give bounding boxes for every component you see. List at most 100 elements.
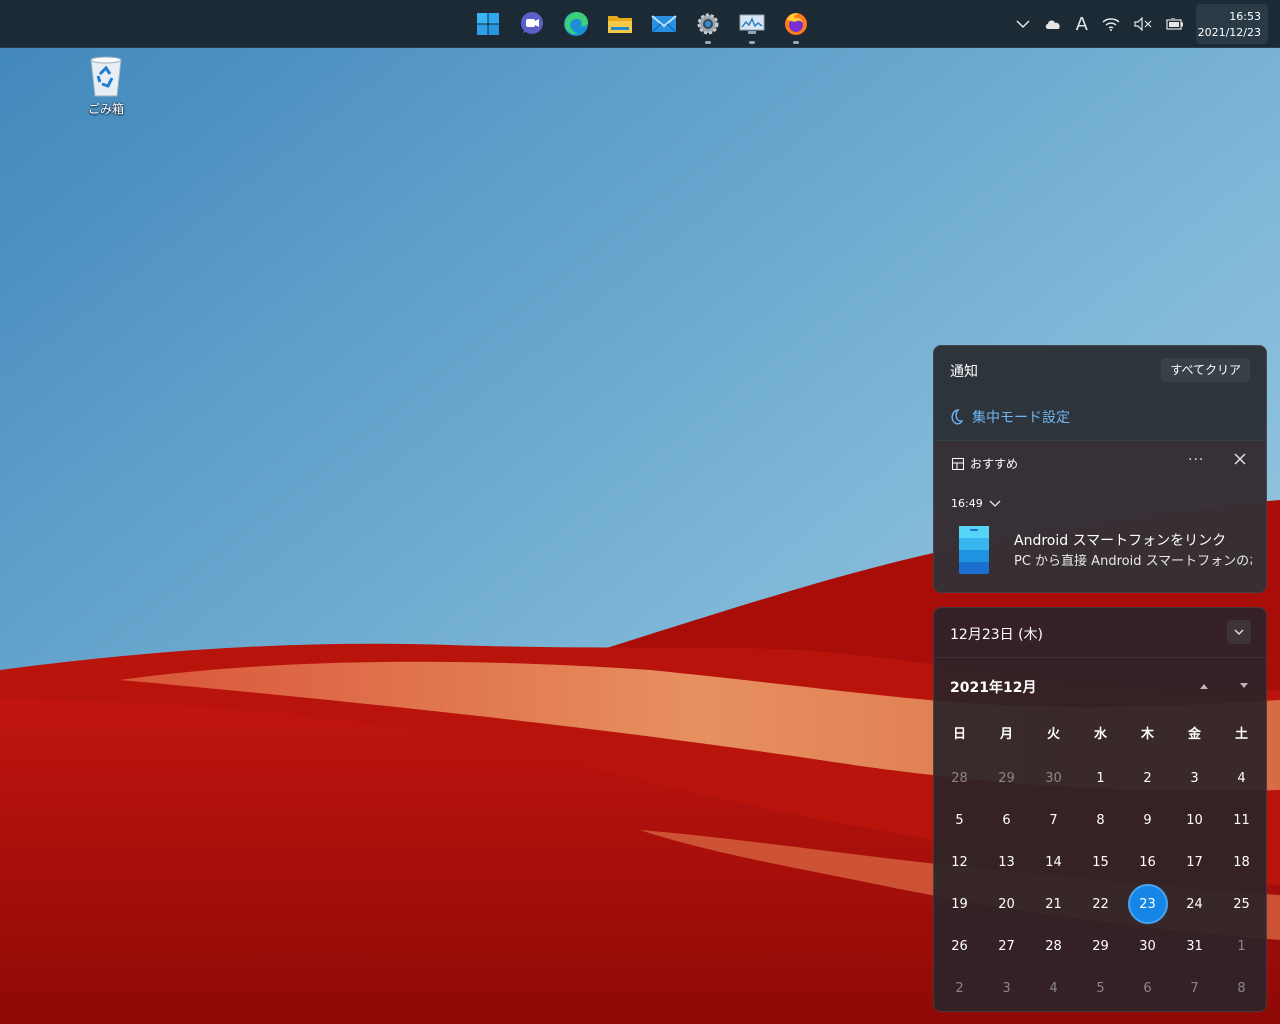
calendar-days-grid: 28 29 30 1 2 3 4 5 6 7 8 9 10 11 12 13 14 15 16 17 18 19 20 21 2… — [936, 757, 1266, 1009]
calendar-day-number: 3 — [1190, 770, 1199, 786]
settings-button[interactable] — [690, 6, 726, 44]
calendar-day-number: 6 — [1002, 812, 1011, 828]
calendar-day[interactable]: 25 — [1218, 883, 1265, 925]
edge-button[interactable] — [558, 6, 594, 42]
chevron-down-icon — [989, 500, 1001, 507]
calendar-day-number: 14 — [1045, 854, 1062, 870]
clear-all-button[interactable]: すべてクリア — [1161, 358, 1250, 382]
calendar-day[interactable]: 7 — [1171, 967, 1218, 1009]
more-options-button[interactable]: ··· — [1188, 452, 1204, 468]
calendar-day[interactable]: 26 — [936, 925, 983, 967]
next-month-button[interactable] — [1238, 682, 1250, 690]
file-explorer-button[interactable] — [602, 6, 638, 42]
focus-assist-link[interactable]: 集中モード設定 — [972, 407, 1070, 427]
calendar-day[interactable]: 9 — [1124, 799, 1171, 841]
calendar-day[interactable]: 5 — [1077, 967, 1124, 1009]
calendar-day[interactable]: 2 — [936, 967, 983, 1009]
ime-mode-indicator[interactable]: A — [1076, 14, 1088, 35]
calendar-day[interactable]: 10 — [1171, 799, 1218, 841]
calendar-weekdays: 日月火水木金土 — [936, 723, 1266, 742]
calendar-day[interactable]: 13 — [983, 841, 1030, 883]
calendar-day[interactable]: 28 — [936, 757, 983, 799]
calendar-month-label[interactable]: 2021年12月 — [950, 677, 1036, 697]
calendar-weekday: 木 — [1140, 727, 1154, 742]
folder-icon — [608, 16, 632, 33]
firefox-button[interactable] — [778, 6, 814, 44]
calendar-day[interactable]: 29 — [983, 757, 1030, 799]
close-icon[interactable] — [1234, 453, 1246, 465]
calendar-weekday: 金 — [1187, 727, 1201, 742]
notification-app-name: おすすめ — [970, 457, 1019, 471]
calendar-day-number: 10 — [1186, 812, 1203, 828]
calendar-day-number: 27 — [998, 938, 1015, 954]
calendar-day[interactable]: 31 — [1171, 925, 1218, 967]
focus-assist-row[interactable]: 集中モード設定 — [934, 393, 1266, 441]
onedrive-button[interactable] — [1044, 18, 1062, 30]
calendar-weekday: 火 — [1046, 727, 1060, 742]
battery-button[interactable] — [1166, 18, 1184, 30]
mail-button[interactable] — [646, 6, 682, 42]
calendar-day[interactable]: 1 — [1218, 925, 1265, 967]
calendar-day-today[interactable]: 23 — [1124, 883, 1171, 925]
calendar-day[interactable]: 6 — [983, 799, 1030, 841]
calendar-day[interactable]: 18 — [1218, 841, 1265, 883]
notification-header: 通知 すべてクリア — [934, 346, 1266, 393]
calendar-day-number: 17 — [1186, 854, 1203, 870]
show-hidden-icons-button[interactable] — [1016, 19, 1030, 29]
calendar-day[interactable]: 27 — [983, 925, 1030, 967]
performance-monitor-button[interactable] — [734, 6, 770, 44]
calendar-day[interactable]: 17 — [1171, 841, 1218, 883]
calendar-day[interactable]: 2 — [1124, 757, 1171, 799]
notification-time-row[interactable]: 16:49 — [951, 497, 1001, 510]
start-button[interactable] — [470, 6, 506, 42]
calendar-day[interactable]: 3 — [983, 967, 1030, 1009]
calendar-day-number: 5 — [1096, 980, 1105, 996]
volume-button[interactable] — [1134, 17, 1152, 31]
calendar-day[interactable]: 30 — [1124, 925, 1171, 967]
calendar-day[interactable]: 8 — [1077, 799, 1124, 841]
calendar-day[interactable]: 7 — [1030, 799, 1077, 841]
cloud-icon — [1045, 20, 1060, 29]
calendar-day[interactable]: 29 — [1077, 925, 1124, 967]
calendar-day[interactable]: 22 — [1077, 883, 1124, 925]
calendar-day[interactable]: 1 — [1077, 757, 1124, 799]
calendar-day[interactable]: 15 — [1077, 841, 1124, 883]
calendar-day-number: 18 — [1233, 854, 1250, 870]
calendar-day-number: 6 — [1143, 980, 1152, 996]
calendar-day[interactable]: 24 — [1171, 883, 1218, 925]
calendar-day[interactable]: 11 — [1218, 799, 1265, 841]
calendar-day[interactable]: 5 — [936, 799, 983, 841]
network-button[interactable] — [1102, 17, 1120, 31]
taskbar: A 16:53 2021/12/23 — [0, 0, 1280, 48]
calendar-day-number: 28 — [951, 770, 968, 786]
calendar-day[interactable]: 12 — [936, 841, 983, 883]
calendar-day[interactable]: 28 — [1030, 925, 1077, 967]
chevron-down-icon — [1234, 629, 1244, 635]
previous-month-button[interactable] — [1198, 682, 1210, 690]
calendar-day-number: 4 — [1049, 980, 1058, 996]
chat-button[interactable] — [514, 6, 550, 42]
running-indicator — [749, 41, 755, 44]
recycle-bin-shortcut[interactable]: ごみ箱 — [80, 54, 132, 117]
calendar-day-number: 13 — [998, 854, 1015, 870]
calendar-day[interactable]: 14 — [1030, 841, 1077, 883]
calendar-day[interactable]: 3 — [1171, 757, 1218, 799]
calendar-weekday: 水 — [1093, 727, 1107, 742]
recycle-bin-label: ごみ箱 — [87, 102, 124, 116]
calendar-day[interactable]: 21 — [1030, 883, 1077, 925]
calendar-day[interactable]: 4 — [1030, 967, 1077, 1009]
notification-card-title: Android スマートフォンをリンク — [1014, 533, 1227, 549]
calendar-day[interactable]: 19 — [936, 883, 983, 925]
calendar-day[interactable]: 20 — [983, 883, 1030, 925]
performance-monitor-icon — [739, 14, 765, 34]
battery-charging-icon — [1166, 18, 1183, 30]
notification-title: 通知 — [950, 364, 978, 380]
calendar-day[interactable]: 6 — [1124, 967, 1171, 1009]
calendar-collapse-button[interactable] — [1227, 620, 1251, 644]
notification-card[interactable]: おすすめ ··· 16:49 Android スマートフォンをリンク PC から… — [934, 442, 1266, 592]
calendar-day[interactable]: 4 — [1218, 757, 1265, 799]
clock-button[interactable]: 16:53 2021/12/23 — [1196, 4, 1268, 44]
calendar-day[interactable]: 30 — [1030, 757, 1077, 799]
calendar-day[interactable]: 16 — [1124, 841, 1171, 883]
calendar-day[interactable]: 8 — [1218, 967, 1265, 1009]
